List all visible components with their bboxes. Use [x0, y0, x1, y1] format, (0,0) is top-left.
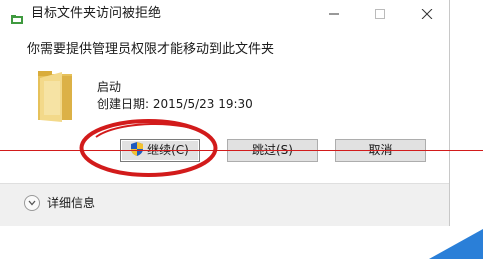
dialog-title: 目标文件夹访问被拒绝 [31, 6, 162, 21]
chevron-down-icon [24, 195, 40, 211]
folder-icon [36, 66, 76, 124]
maximize-icon [375, 9, 385, 19]
item-created-date: 创建日期: 2015/5/23 19:30 [97, 97, 253, 111]
permission-message: 你需要提供管理员权限才能移动到此文件夹 [27, 42, 275, 57]
uac-shield-icon [131, 142, 144, 156]
more-details-label: 详细信息 [47, 196, 96, 210]
close-icon [421, 9, 433, 19]
item-name: 启动 [97, 80, 122, 94]
minimize-icon [329, 13, 339, 15]
access-denied-dialog: 目标文件夹访问被拒绝 你需要提供管理员权限才能移动到此文件夹 启动 创建日期: … [0, 0, 450, 226]
folder-transfer-icon [11, 9, 23, 24]
maximize-button[interactable] [357, 0, 403, 28]
minimize-button[interactable] [311, 0, 357, 28]
annotation-line [0, 150, 483, 151]
title-bar[interactable]: 目标文件夹访问被拒绝 [0, 0, 450, 28]
corner-accent-shape [429, 229, 483, 259]
close-button[interactable] [404, 0, 450, 28]
dialog-footer: 详细信息 [0, 183, 449, 226]
